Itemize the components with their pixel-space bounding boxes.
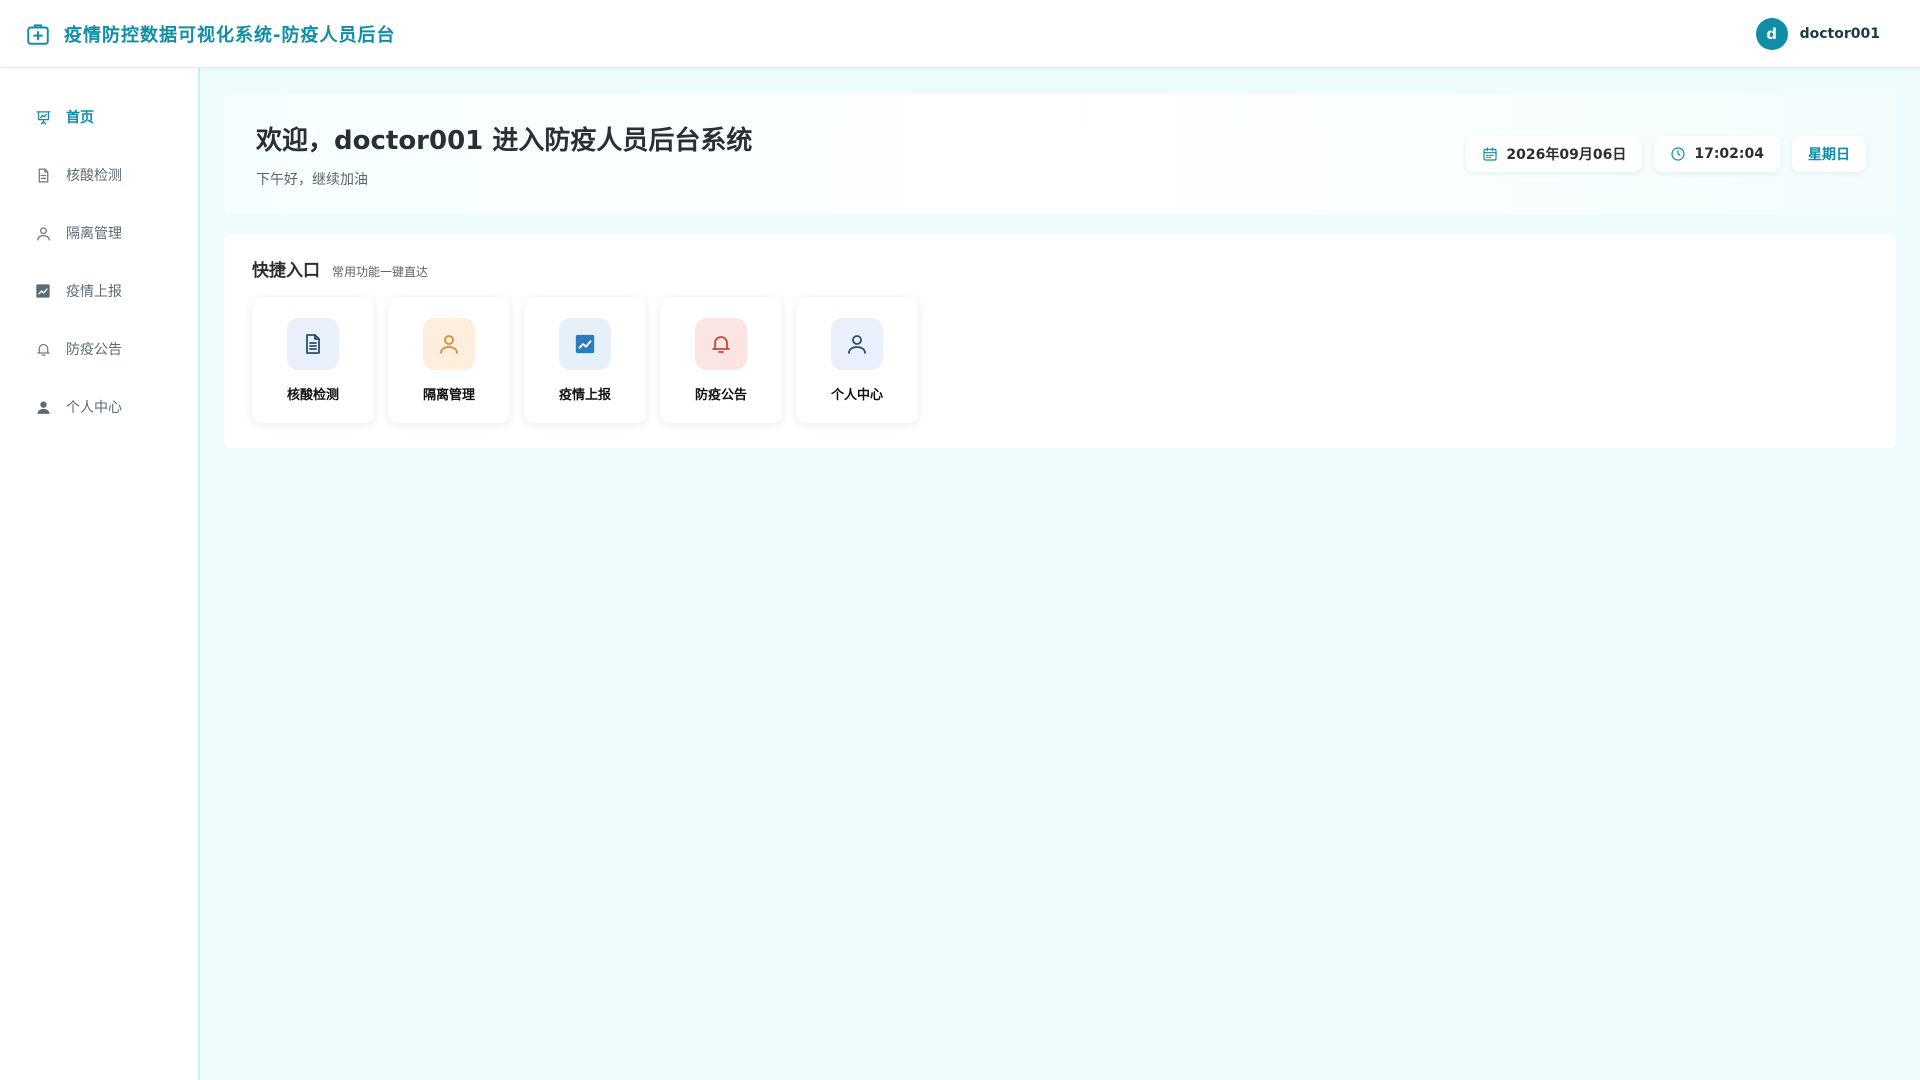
quick-access-cards: 核酸检测 隔离管理 疫情上报 防疫公告 个人中心 — [252, 297, 1868, 423]
sidebar-item-label: 核酸检测 — [66, 168, 122, 184]
bell-icon — [34, 340, 52, 358]
app-title: 疫情防控数据可视化系统-防疫人员后台 — [64, 24, 396, 46]
welcome-title: 欢迎，doctor001 进入防疫人员后台系统 — [256, 125, 753, 156]
date-chip: 2026年09月06日 — [1466, 136, 1643, 172]
trend-chart-icon — [34, 282, 52, 300]
welcome-banner: 欢迎，doctor001 进入防疫人员后台系统 下午好，继续加油 2026年09… — [224, 94, 1896, 214]
quick-card-label: 防疫公告 — [694, 387, 747, 403]
bell-icon — [695, 317, 747, 370]
user-icon — [34, 224, 52, 242]
datetime-chips: 2026年09月06日 17:02:04 星期日 — [1466, 136, 1866, 172]
clock-icon — [1670, 146, 1686, 162]
quick-access-panel: 快捷入口 常用功能一键直达 核酸检测 隔离管理 疫情上报 防疫公告 个人中心 — [224, 234, 1896, 448]
quick-card-notice[interactable]: 防疫公告 — [660, 297, 782, 423]
quick-card-isolation[interactable]: 隔离管理 — [388, 297, 510, 423]
quick-card-label: 隔离管理 — [422, 387, 475, 403]
trend-chart-icon — [559, 317, 611, 370]
sidebar-item-nucleic-test[interactable]: 核酸检测 — [0, 146, 198, 204]
top-header: 疫情防控数据可视化系统-防疫人员后台 d doctor001 — [0, 0, 1920, 68]
sidebar-item-home[interactable]: 首页 — [0, 88, 198, 146]
sidebar-item-profile[interactable]: 个人中心 — [0, 378, 198, 436]
user-icon — [423, 317, 475, 370]
document-icon — [287, 317, 339, 370]
sidebar-item-isolation[interactable]: 隔离管理 — [0, 204, 198, 262]
document-icon — [34, 166, 52, 184]
sidebar-item-label: 疫情上报 — [66, 284, 122, 300]
user-menu[interactable]: d doctor001 — [1755, 17, 1880, 50]
quick-card-nucleic-test[interactable]: 核酸检测 — [252, 297, 374, 423]
welcome-subtitle: 下午好，继续加油 — [256, 171, 368, 188]
main-content: 欢迎，doctor001 进入防疫人员后台系统 下午好，继续加油 2026年09… — [224, 94, 1896, 448]
time-chip: 17:02:04 — [1654, 136, 1780, 172]
user-icon — [831, 317, 883, 370]
quick-access-subtitle: 常用功能一键直达 — [332, 265, 429, 279]
sidebar-item-label: 个人中心 — [66, 400, 122, 416]
calendar-icon — [1482, 146, 1498, 162]
time-text: 17:02:04 — [1694, 146, 1764, 162]
date-text: 2026年09月06日 — [1506, 147, 1627, 163]
presentation-chart-icon — [34, 108, 52, 126]
quick-card-report[interactable]: 疫情上报 — [524, 297, 646, 423]
quick-access-header: 快捷入口 常用功能一键直达 — [252, 256, 1868, 281]
quick-card-label: 疫情上报 — [558, 387, 611, 403]
sidebar-item-notice[interactable]: 防疫公告 — [0, 320, 198, 378]
welcome-text: 欢迎，doctor001 进入防疫人员后台系统 下午好，继续加油 — [256, 120, 752, 189]
sidebar-item-label: 隔离管理 — [66, 226, 122, 242]
user-filled-icon — [34, 398, 52, 416]
sidebar-item-label: 首页 — [66, 110, 94, 126]
avatar[interactable]: d — [1755, 17, 1788, 50]
sidebar-item-label: 防疫公告 — [66, 342, 122, 358]
weekday-chip: 星期日 — [1792, 136, 1866, 172]
sidebar: 首页 核酸检测 隔离管理 疫情上报 防疫公告 个人中心 — [0, 68, 200, 1080]
medical-box-icon — [24, 20, 52, 48]
quick-access-title: 快捷入口 — [252, 261, 320, 281]
quick-card-label: 个人中心 — [830, 387, 883, 403]
quick-card-label: 核酸检测 — [286, 387, 339, 403]
sidebar-item-report[interactable]: 疫情上报 — [0, 262, 198, 320]
username[interactable]: doctor001 — [1800, 26, 1880, 42]
brand[interactable]: 疫情防控数据可视化系统-防疫人员后台 — [24, 20, 395, 48]
quick-card-profile[interactable]: 个人中心 — [796, 297, 918, 423]
weekday-text: 星期日 — [1808, 147, 1850, 163]
